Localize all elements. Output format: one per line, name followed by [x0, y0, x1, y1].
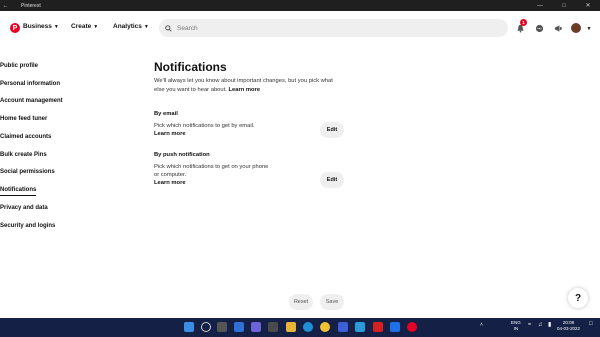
- widgets-icon[interactable]: [234, 322, 244, 332]
- file-explorer-icon[interactable]: [286, 322, 296, 332]
- nav-create[interactable]: Create ▼: [71, 23, 98, 30]
- search-bar[interactable]: [159, 19, 508, 37]
- edge-browser-icon[interactable]: [303, 322, 313, 332]
- nav-analytics-label: Analytics: [113, 23, 142, 30]
- save-button[interactable]: Save: [320, 294, 344, 310]
- intro-learn-more-link[interactable]: Learn more: [228, 87, 260, 93]
- nav-business[interactable]: Business ▼: [23, 23, 59, 30]
- messages-icon[interactable]: [535, 24, 544, 33]
- email-edit-button[interactable]: Edit: [320, 122, 344, 138]
- push-description-text: Pick which notifications to get on your …: [154, 164, 269, 178]
- language-label: ENG: [511, 320, 521, 325]
- email-learn-more-link[interactable]: Learn more: [154, 130, 274, 138]
- help-button[interactable]: ?: [568, 288, 588, 308]
- email-description-text: Pick which notifications to get by email…: [154, 123, 255, 129]
- sidebar-item-public-profile[interactable]: Public profile: [0, 63, 38, 69]
- push-edit-button[interactable]: Edit: [320, 172, 344, 188]
- sidebar-item-social-permissions[interactable]: Social permissions: [0, 169, 55, 175]
- close-icon[interactable]: ✕: [576, 0, 600, 11]
- clock[interactable]: 20:08 04-03-2022: [557, 320, 580, 331]
- battery-icon[interactable]: ▮: [548, 322, 551, 329]
- wifi-icon[interactable]: ≈: [528, 322, 531, 329]
- sidebar-item-bulk-create-pins[interactable]: Bulk create Pins: [0, 152, 47, 158]
- window-titlebar: ← Pinterest — □ ✕: [0, 0, 600, 11]
- app-icon[interactable]: [390, 322, 400, 332]
- volume-icon[interactable]: ♫: [538, 322, 543, 329]
- push-section-description: Pick which notifications to get on your …: [154, 163, 274, 187]
- avatar[interactable]: [571, 23, 581, 33]
- photos-icon[interactable]: [355, 322, 365, 332]
- nav-business-label: Business: [23, 23, 52, 30]
- search-input[interactable]: [177, 24, 477, 32]
- task-view-icon[interactable]: [217, 322, 227, 332]
- sidebar-item-personal-information[interactable]: Personal information: [0, 81, 60, 87]
- sidebar-item-notifications[interactable]: Notifications: [0, 187, 37, 196]
- pinterest-logo-icon[interactable]: P: [10, 23, 20, 33]
- push-section-title: By push notification: [154, 152, 210, 158]
- taskbar: [0, 318, 600, 337]
- start-icon[interactable]: [184, 322, 194, 332]
- nav-analytics[interactable]: Analytics ▼: [113, 23, 149, 30]
- reset-button[interactable]: Reset: [289, 294, 313, 310]
- region-label: IN: [513, 325, 519, 331]
- chevron-down-icon[interactable]: ▼: [586, 24, 592, 33]
- chat-icon[interactable]: [251, 322, 261, 332]
- search-icon: [165, 24, 172, 32]
- email-section-title: By email: [154, 111, 178, 117]
- netflix-icon[interactable]: [373, 322, 383, 332]
- nav-create-label: Create: [71, 23, 92, 30]
- clock-date: 04-03-2022: [557, 325, 581, 331]
- sidebar-item-home-feed-tuner[interactable]: Home feed tuner: [0, 116, 47, 122]
- maximize-icon[interactable]: □: [552, 0, 576, 11]
- back-arrow-icon[interactable]: ←: [0, 3, 11, 9]
- settings-icon[interactable]: [268, 322, 278, 332]
- page-title: Notifications: [154, 60, 227, 74]
- tray-chevron-up-icon[interactable]: ˄: [480, 322, 483, 329]
- notification-badge: 1: [520, 19, 527, 26]
- chevron-down-icon: ▼: [143, 23, 149, 30]
- push-learn-more-link[interactable]: Learn more: [154, 179, 274, 187]
- search-icon[interactable]: [201, 322, 211, 332]
- pinterest-taskbar-icon[interactable]: [407, 322, 417, 332]
- intro-text: We'll always let you know about importan…: [154, 77, 339, 94]
- chrome-browser-icon[interactable]: [320, 322, 330, 332]
- sidebar-item-security-and-logins[interactable]: Security and logins: [0, 223, 55, 229]
- minimize-icon[interactable]: —: [528, 0, 552, 11]
- email-section-description: Pick which notifications to get by email…: [154, 122, 274, 138]
- chevron-down-icon: ▼: [53, 23, 59, 30]
- sidebar-item-account-management[interactable]: Account management: [0, 98, 63, 104]
- store-icon[interactable]: [338, 322, 348, 332]
- notification-center-icon[interactable]: □: [589, 321, 593, 328]
- language-indicator[interactable]: ENG IN: [511, 320, 521, 331]
- megaphone-icon[interactable]: [554, 24, 563, 33]
- chevron-down-icon: ▼: [93, 23, 99, 30]
- sidebar-item-privacy-and-data[interactable]: Privacy and data: [0, 205, 48, 211]
- sidebar-item-claimed-accounts[interactable]: Claimed accounts: [0, 134, 51, 140]
- window-title: Pinterest: [21, 2, 41, 9]
